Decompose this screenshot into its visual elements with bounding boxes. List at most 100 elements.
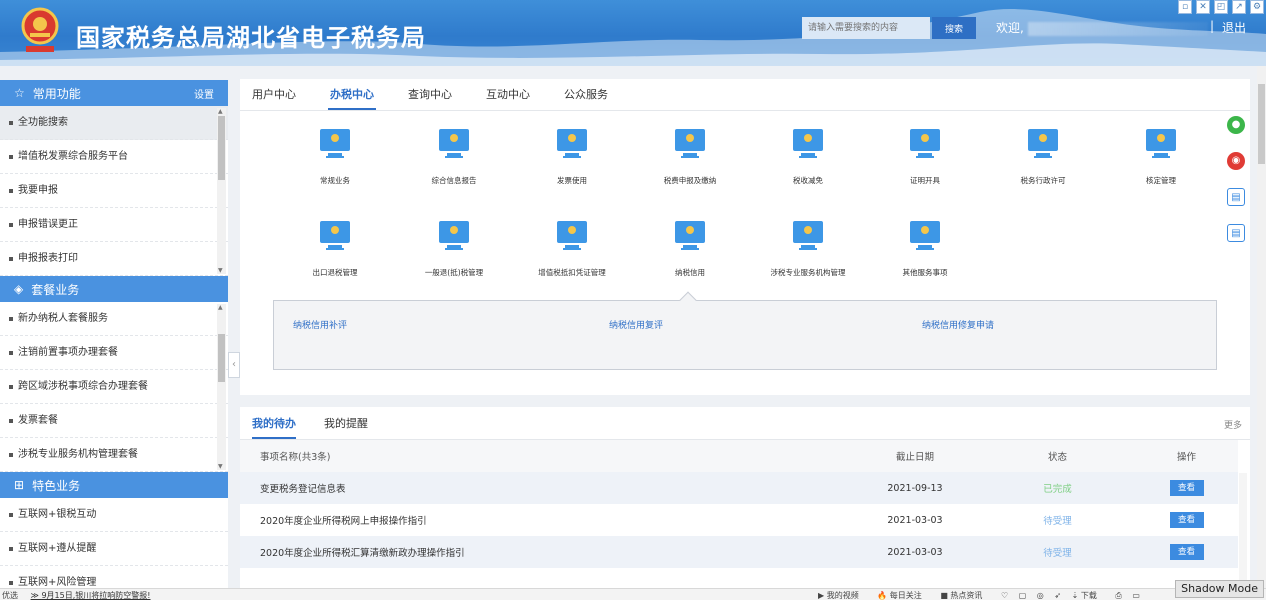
sidebar-item[interactable]: 互联网+风险管理 <box>0 566 228 588</box>
sidebar-collapse-handle[interactable]: ‹ <box>228 352 240 378</box>
view-button[interactable]: 查看 <box>1169 544 1204 560</box>
function-label: 出口退税管理 <box>312 268 358 277</box>
news-link[interactable]: ≫ 9月15日,银川将拉响防空警报! <box>31 591 151 600</box>
sidebar-section-body: 全功能搜索 增值税发票综合服务平台 我要申报 申报错误更正 申报报表打印 ▲ ▼ <box>0 106 228 276</box>
todo-date: 2021-03-03 <box>760 536 980 568</box>
function-declare-pay[interactable]: 税费申报及缴纳 <box>635 129 745 186</box>
fullscreen-icon[interactable]: ✕ <box>1196 0 1210 14</box>
function-admin-license[interactable]: 税务行政许可 <box>988 129 1098 186</box>
function-routine[interactable]: 常规业务 <box>280 129 390 186</box>
sidebar-section-featured[interactable]: ⊞ 特色业务 <box>0 472 228 498</box>
view-button[interactable]: 查看 <box>1169 512 1204 528</box>
minimize-icon[interactable]: ▫ <box>1178 0 1192 14</box>
function-export-refund[interactable]: 出口退税管理 <box>280 221 390 278</box>
sub-link-credit-review[interactable]: 纳税信用复评 <box>609 318 663 331</box>
app-icon[interactable]: ▤ <box>1227 224 1245 242</box>
computer-icon <box>910 221 940 250</box>
sidebar-item[interactable]: 申报报表打印 <box>0 242 228 276</box>
sidebar-item[interactable]: 增值税发票综合服务平台 <box>0 140 228 174</box>
function-invoice[interactable]: 发票使用 <box>517 129 627 186</box>
todo-scrollbar[interactable] <box>1239 473 1247 581</box>
print-icon[interactable]: ⎙ <box>1115 591 1121 600</box>
settings-link[interactable]: 设置 <box>194 86 214 101</box>
sidebar-item[interactable]: 注销前置事项办理套餐 <box>0 336 228 370</box>
function-label: 核定管理 <box>1146 176 1176 185</box>
function-tax-relief[interactable]: 税收减免 <box>753 129 863 186</box>
sidebar-scrollbar[interactable]: ▲ ▼ <box>217 108 226 274</box>
rocket-icon[interactable]: ➶ <box>1054 591 1061 600</box>
tab-tax-center[interactable]: 办税中心 <box>328 79 376 110</box>
tab-my-todo[interactable]: 我的待办 <box>252 407 296 439</box>
sidebar-item[interactable]: 跨区域涉税事项综合办理套餐 <box>0 370 228 404</box>
sidebar-item[interactable]: 互联网+银税互动 <box>0 498 228 532</box>
sidebar-section-common[interactable]: ☆ 常用功能 设置 <box>0 80 228 106</box>
sidebar-item[interactable]: 互联网+遵从提醒 <box>0 532 228 566</box>
function-label: 发票使用 <box>557 176 587 185</box>
app-icon[interactable]: ▤ <box>1227 188 1245 206</box>
settings-icon[interactable]: ⚙ <box>1250 0 1264 14</box>
status-badge: 已完成 <box>980 472 1135 504</box>
logout-link[interactable]: 退出 <box>1222 19 1246 36</box>
sidebar-scrollbar[interactable]: ▲ ▼ <box>217 304 226 470</box>
share-icon[interactable]: ↗ <box>1232 0 1246 14</box>
screenshot-icon[interactable]: ◰ <box>1214 0 1228 14</box>
star-icon: ☆ <box>14 86 25 100</box>
sidebar-item[interactable]: 我要申报 <box>0 174 228 208</box>
function-info-report[interactable]: 综合信息报告 <box>399 129 509 186</box>
tab-query-center[interactable]: 查询中心 <box>408 79 452 110</box>
computer-icon <box>1028 129 1058 158</box>
status-video-label: 我的视频 <box>826 591 859 600</box>
sidebar-item[interactable]: 申报错误更正 <box>0 208 228 242</box>
page-scrollbar[interactable] <box>1257 66 1266 588</box>
function-agency-management[interactable]: 涉税专业服务机构管理 <box>753 221 863 278</box>
status-daily[interactable]: 🔥 每日关注 <box>877 591 930 600</box>
sub-link-credit-repair[interactable]: 纳税信用修复申请 <box>922 318 994 331</box>
sidebar-item[interactable]: 发票套餐 <box>0 404 228 438</box>
tab-interaction-center[interactable]: 互动中心 <box>486 79 530 110</box>
status-hotnews[interactable]: ■ 热点资讯 <box>940 591 990 600</box>
sidebar-item[interactable]: 新办纳税人套餐服务 <box>0 302 228 336</box>
table-row: 2020年度企业所得税汇算清缴新政办理操作指引 2021-03-03 待受理 查… <box>240 536 1238 568</box>
sidebar-item[interactable]: 全功能搜索 <box>0 106 228 140</box>
sub-link-credit-reassess[interactable]: 纳税信用补评 <box>293 318 347 331</box>
status-download[interactable]: ⇣ 下载 <box>1072 591 1105 600</box>
computer-icon <box>439 129 469 158</box>
tab-my-reminders[interactable]: 我的提醒 <box>324 407 368 439</box>
tab-public-service[interactable]: 公众服务 <box>564 79 608 110</box>
function-other-services[interactable]: 其他服务事项 <box>870 221 980 278</box>
function-label: 其他服务事项 <box>902 268 948 277</box>
tax-credit-subpanel: 纳税信用补评 纳税信用复评 纳税信用修复申请 <box>273 291 1217 370</box>
function-vat-deduction[interactable]: 增值税抵扣凭证管理 <box>517 221 627 278</box>
search-input[interactable] <box>802 17 930 39</box>
function-general-refund[interactable]: 一般退(抵)税管理 <box>399 221 509 278</box>
function-tax-credit[interactable]: 纳税信用 <box>635 221 745 278</box>
search-button[interactable]: 搜索 <box>932 17 976 39</box>
sidebar-section-package[interactable]: ◈ 套餐业务 <box>0 276 228 302</box>
function-label: 增值税抵扣凭证管理 <box>538 268 606 277</box>
todo-date: 2021-09-13 <box>760 472 980 504</box>
function-label: 纳税信用 <box>675 268 705 277</box>
function-label: 税收减免 <box>793 176 823 185</box>
column-header: 截止日期 <box>760 440 980 472</box>
weibo-icon[interactable]: ◉ <box>1227 152 1245 170</box>
table-header-row: 事项名称(共3条) 截止日期 状态 操作 <box>240 440 1238 472</box>
function-label: 税费申报及缴纳 <box>663 176 717 185</box>
status-video[interactable]: ▶ 我的视频 <box>818 591 867 600</box>
shadow-mode-button[interactable]: Shadow Mode <box>1175 580 1264 598</box>
computer-icon <box>320 129 350 158</box>
eye-icon[interactable]: ◎ <box>1037 591 1044 600</box>
computer-icon <box>557 129 587 158</box>
screenshot-icon[interactable]: ▢ <box>1019 591 1027 600</box>
sidebar-item[interactable]: 涉税专业服务机构管理套餐 <box>0 438 228 472</box>
section-title: 特色业务 <box>32 478 81 493</box>
function-certificate[interactable]: 证明开具 <box>870 129 980 186</box>
todo-name: 变更税务登记信息表 <box>240 472 760 504</box>
wechat-icon[interactable]: ● <box>1227 116 1245 134</box>
tab-user-center[interactable]: 用户中心 <box>252 79 296 110</box>
tax-bureau-emblem-icon <box>21 7 59 52</box>
more-link[interactable]: 更多 <box>1224 418 1242 431</box>
function-assessment[interactable]: 核定管理 <box>1106 129 1216 186</box>
view-button[interactable]: 查看 <box>1169 480 1204 496</box>
page-icon[interactable]: ▭ <box>1132 591 1140 600</box>
shield-icon[interactable]: ♡ <box>1001 591 1008 600</box>
